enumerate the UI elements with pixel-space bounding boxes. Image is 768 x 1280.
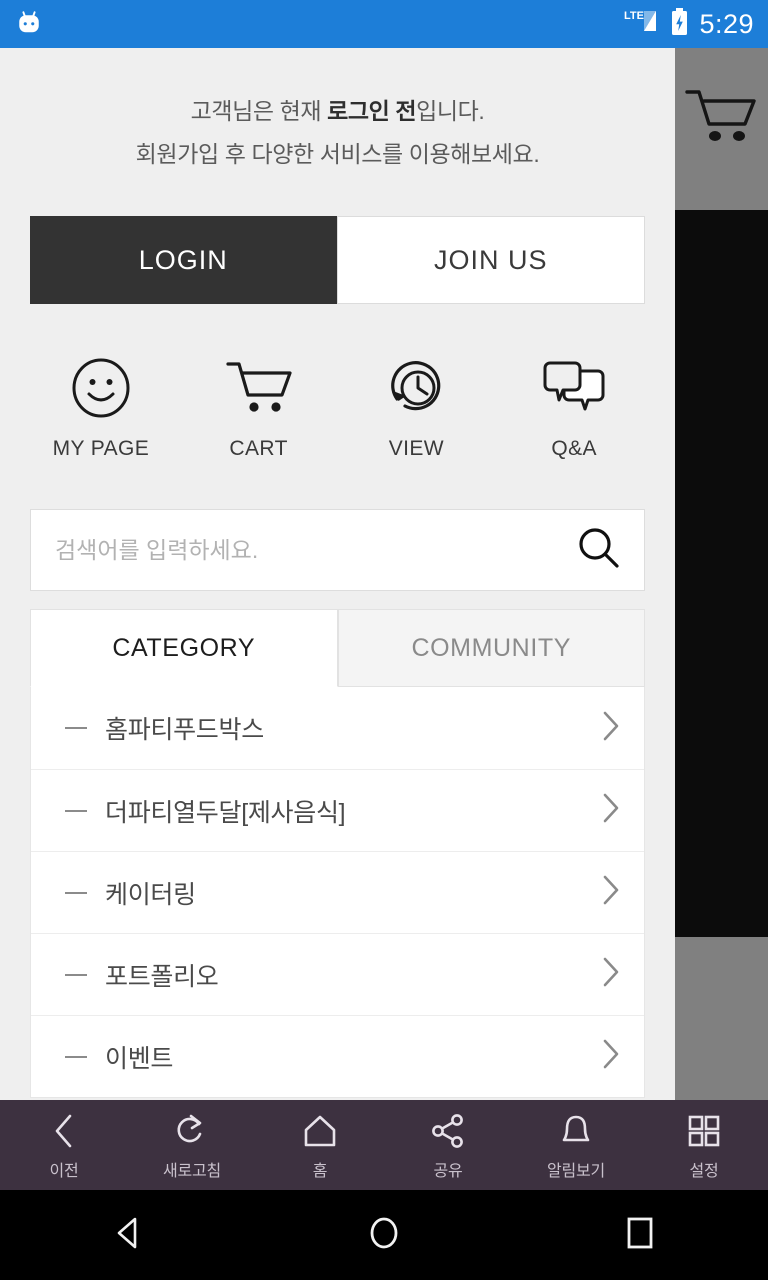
chevron-right-icon[interactable] — [600, 709, 622, 748]
toolbar-item-settings[interactable]: 설정 — [640, 1110, 768, 1181]
category-label: 이벤트 — [105, 1044, 174, 1073]
toolbar-item-refresh[interactable]: 새로고침 — [128, 1110, 256, 1181]
greeting-line-1-prefix: 고객님은 현재 — [190, 98, 328, 124]
tab-community[interactable]: COMMUNITY — [337, 609, 645, 687]
status-bar-right: LTE 5:29 — [624, 7, 754, 42]
list-item[interactable]: 케이터링 — [31, 851, 644, 933]
quick-menu-label: MY PAGE — [52, 437, 150, 460]
category-label: 케이터링 — [105, 880, 196, 909]
smiley-face-icon — [70, 357, 132, 419]
chevron-right-icon[interactable] — [600, 1037, 622, 1076]
search-bar[interactable] — [30, 509, 645, 591]
toolbar-label: 알림보기 — [546, 1162, 606, 1180]
tab-category[interactable]: CATEGORY — [30, 609, 338, 687]
screen: LTE 5:29 고객님은 현재 로그인 전입니다. 회원가입 후 다양한 서비… — [0, 0, 768, 1280]
search-icon[interactable] — [576, 525, 622, 576]
app-toolbar: 이전 새로고침 홈 공유 알림보기 설정 — [0, 1100, 768, 1190]
list-item[interactable]: 이벤트 — [31, 1015, 644, 1097]
dash-icon — [65, 727, 87, 729]
greeting-line-1: 고객님은 현재 로그인 전입니다. — [0, 90, 675, 133]
chevron-right-icon[interactable] — [600, 955, 622, 994]
quick-menu-item-my-page[interactable]: MY PAGE — [22, 357, 180, 461]
nav-back-icon — [108, 1212, 148, 1259]
android-mascot-icon — [14, 7, 44, 42]
auth-buttons: LOGIN JOIN US — [30, 216, 645, 304]
chevron-right-icon[interactable] — [600, 873, 622, 912]
chevron-right-icon[interactable] — [600, 791, 622, 830]
toolbar-item-back[interactable]: 이전 — [0, 1110, 128, 1181]
right-panel-body — [675, 210, 768, 937]
battery-charging-icon — [670, 7, 689, 42]
quick-menu-label: Q&A — [551, 437, 597, 460]
grid-settings-icon — [686, 1110, 722, 1152]
toolbar-label: 이전 — [49, 1162, 79, 1180]
home-icon — [301, 1110, 339, 1152]
status-bar: LTE 5:29 — [0, 0, 768, 48]
chat-bubbles-icon — [541, 357, 607, 419]
panel-tabs: CATEGORY COMMUNITY — [30, 609, 645, 687]
toolbar-item-share[interactable]: 공유 — [384, 1110, 512, 1181]
category-list: 홈파티푸드박스 더파티열두달[제사음식] 케이터링 포트폴리오 이벤트 — [30, 687, 645, 1098]
status-bar-left — [14, 7, 44, 42]
category-label: 포트폴리오 — [105, 962, 219, 991]
category-label: 더파티열두달[제사음식] — [105, 798, 346, 827]
right-revealed-panel[interactable] — [675, 48, 768, 1100]
nav-home-button[interactable] — [256, 1212, 512, 1259]
history-clock-icon — [385, 357, 447, 419]
bell-icon — [559, 1110, 593, 1152]
dash-icon — [65, 1055, 87, 1058]
quick-menu: MY PAGE CART VIEW Q&A — [22, 357, 653, 461]
list-item[interactable]: 더파티열두달[제사음식] — [31, 769, 644, 851]
list-item[interactable]: 홈파티푸드박스 — [31, 687, 644, 769]
quick-menu-item-qna[interactable]: Q&A — [495, 357, 653, 461]
dash-icon — [65, 973, 87, 976]
dash-icon — [65, 891, 87, 894]
quick-menu-label: CART — [229, 437, 288, 460]
android-nav-bar — [0, 1190, 768, 1280]
toolbar-label: 설정 — [689, 1162, 719, 1180]
nav-recents-icon — [620, 1212, 660, 1259]
toolbar-label: 새로고침 — [162, 1162, 222, 1180]
greeting-line-2: 회원가입 후 다양한 서비스를 이용해보세요. — [135, 141, 540, 167]
toolbar-label: 공유 — [433, 1162, 463, 1180]
quick-menu-item-cart[interactable]: CART — [180, 357, 338, 461]
list-item[interactable]: 포트폴리오 — [31, 933, 644, 1015]
quick-menu-item-view[interactable]: VIEW — [338, 357, 496, 461]
cart-icon — [225, 357, 293, 419]
quick-menu-label: VIEW — [388, 437, 445, 460]
share-icon — [429, 1110, 467, 1152]
toolbar-item-home[interactable]: 홈 — [256, 1110, 384, 1181]
category-label: 홈파티푸드박스 — [105, 716, 264, 744]
refresh-icon — [175, 1110, 209, 1152]
toolbar-label: 홈 — [312, 1162, 328, 1180]
greeting-block: 고객님은 현재 로그인 전입니다. 회원가입 후 다양한 서비스를 이용해보세요… — [0, 48, 675, 176]
nav-recents-button[interactable] — [512, 1212, 768, 1259]
search-input[interactable] — [55, 536, 576, 564]
chevron-left-icon — [51, 1110, 77, 1152]
greeting-line-1-suffix: 입니다. — [416, 98, 485, 124]
greeting-line-1-bold: 로그인 전 — [327, 98, 417, 124]
nav-back-button[interactable] — [0, 1212, 256, 1259]
right-panel-footer — [675, 937, 768, 1100]
dash-icon — [65, 809, 87, 812]
signal-bars-icon: LTE — [624, 7, 660, 42]
toolbar-item-notifications[interactable]: 알림보기 — [512, 1110, 640, 1181]
svg-text:LTE: LTE — [624, 10, 644, 22]
cart-icon[interactable] — [683, 84, 759, 151]
nav-home-icon — [364, 1212, 404, 1259]
join-us-button[interactable]: JOIN US — [336, 216, 645, 304]
main-content: 고객님은 현재 로그인 전입니다. 회원가입 후 다양한 서비스를 이용해보세요… — [0, 48, 675, 1100]
login-button[interactable]: LOGIN — [30, 216, 337, 304]
status-bar-clock: 5:29 — [699, 8, 754, 39]
